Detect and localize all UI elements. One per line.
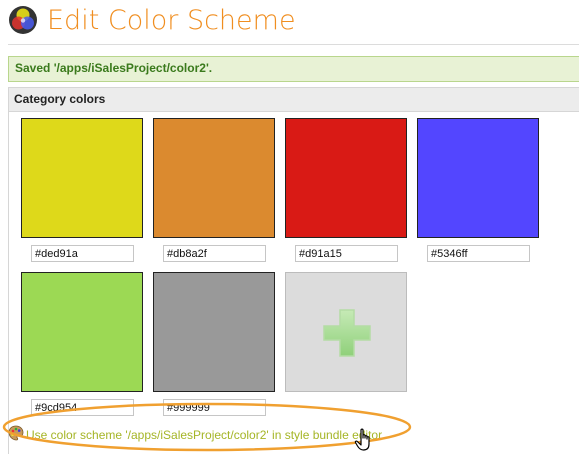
add-color-button[interactable] — [285, 272, 407, 392]
color-hex-input[interactable]: #9cd954 — [31, 399, 134, 416]
color-hex-input[interactable]: #999999 — [163, 399, 266, 416]
color-hex-input[interactable]: #5346ff — [427, 245, 530, 262]
color-swatch[interactable] — [285, 118, 407, 238]
page-header: Edit Color Scheme — [8, 4, 579, 45]
color-swatch[interactable] — [153, 272, 275, 392]
color-swatch[interactable] — [21, 118, 143, 238]
color-hex-input[interactable]: #d91a15 — [295, 245, 398, 262]
saved-notice-text: Saved '/apps/iSalesProject/color2'. — [15, 61, 213, 75]
plus-icon — [323, 309, 371, 357]
color-swatch[interactable] — [21, 272, 143, 392]
color-hex-input[interactable]: #db8a2f — [163, 245, 266, 262]
color-hex-input[interactable]: #ded91a — [31, 245, 134, 262]
saved-notice: Saved '/apps/iSalesProject/color2'. — [8, 56, 579, 82]
hand-cursor-icon — [354, 428, 370, 451]
color-swatch[interactable] — [153, 118, 275, 238]
panel-title: Category colors — [14, 92, 106, 106]
panel-header: Category colors — [9, 88, 579, 112]
color-wheel-icon — [9, 6, 37, 34]
color-swatch[interactable] — [417, 118, 539, 238]
style-bundle-editor-link[interactable]: Use color scheme '/apps/iSalesProject/co… — [26, 428, 385, 442]
palette-icon — [8, 425, 24, 441]
page-title: Edit Color Scheme — [47, 5, 296, 36]
